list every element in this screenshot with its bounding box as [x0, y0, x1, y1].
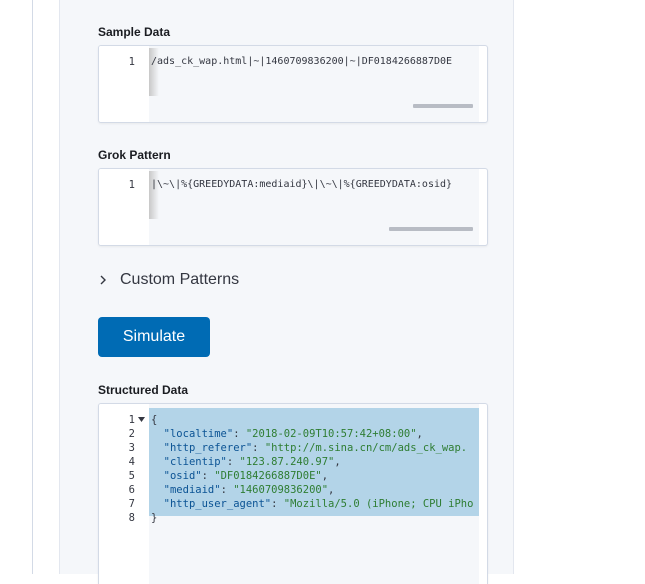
fold-toggle-icon[interactable]	[138, 417, 145, 423]
sample-data-code-area[interactable]: /ads_ck_wap.html|~|1460709836200|~|DF018…	[149, 46, 479, 122]
json-key: "clientip"	[163, 456, 227, 468]
line-number: 1	[128, 56, 135, 68]
line-number: 4	[128, 456, 135, 468]
json-line: "osid": "DF0184266887D0E",	[163, 470, 329, 482]
json-line: {	[151, 414, 157, 426]
structured-data-code-area[interactable]: { "localtime": "2018-02-09T10:57:42+08:0…	[149, 404, 479, 584]
structured-data-label: Structured Data	[98, 383, 189, 397]
simulate-button[interactable]: Simulate	[98, 317, 210, 357]
json-value: "DF0184266887D0E"	[214, 470, 322, 482]
json-value: "1460709836200"	[233, 484, 329, 496]
json-key: "localtime"	[163, 428, 234, 440]
sample-data-text: /ads_ck_wap.html|~|1460709836200|~|DF018…	[151, 56, 453, 67]
grok-pattern-label: Grok Pattern	[98, 148, 171, 162]
sample-data-label: Sample Data	[98, 25, 171, 39]
line-number: 3	[128, 442, 135, 454]
json-brace: {	[151, 414, 158, 426]
json-brace: }	[151, 512, 158, 524]
json-value: "http://m.sina.cn/cm/ads_ck_wap.	[264, 442, 468, 454]
json-key: "osid"	[163, 470, 202, 482]
line-number: 1	[128, 179, 135, 191]
line-number: 7	[128, 498, 135, 510]
json-line: "http_referer": "http://m.sina.cn/cm/ads…	[163, 442, 468, 454]
custom-patterns-label: Custom Patterns	[120, 271, 240, 288]
line-number: 2	[128, 428, 135, 440]
json-line: "clientip": "123.87.240.97",	[163, 456, 341, 468]
json-value: "Mozilla/5.0 (iPhone; CPU iPho	[283, 498, 474, 510]
json-value: "123.87.240.97"	[239, 456, 335, 468]
json-line: "localtime": "2018-02-09T10:57:42+08:00"…	[163, 428, 423, 440]
line-number: 1	[128, 414, 135, 426]
json-key: "http_referer"	[163, 442, 253, 454]
custom-patterns-toggle[interactable]: Custom Patterns	[98, 268, 239, 292]
structured-data-gutter: 1 2 3 4 5 6 7 8	[99, 404, 149, 584]
grok-pattern-gutter: 1	[99, 169, 149, 245]
line-number: 8	[128, 512, 135, 524]
line-number: 5	[128, 470, 135, 482]
json-key: "http_user_agent"	[163, 498, 272, 510]
sample-data-gutter: 1	[99, 46, 149, 122]
grok-pattern-text: |\~\|%{GREEDYDATA:mediaid}\|\~\|%{GREEDY…	[151, 179, 453, 190]
line-number: 6	[128, 484, 135, 496]
json-key: "mediaid"	[163, 484, 221, 496]
horizontal-scrollbar[interactable]	[413, 104, 473, 108]
sample-data-editor[interactable]: 1 /ads_ck_wap.html|~|1460709836200|~|DF0…	[98, 45, 488, 123]
json-line: "mediaid": "1460709836200",	[163, 484, 335, 496]
horizontal-scrollbar[interactable]	[389, 227, 473, 231]
json-line: }	[151, 512, 157, 524]
left-rail	[0, 0, 33, 574]
structured-data-editor[interactable]: 1 2 3 4 5 6 7 8 { "localtime": "2018-02-…	[98, 403, 488, 584]
grok-pattern-editor[interactable]: 1 |\~\|%{GREEDYDATA:mediaid}\|\~\|%{GREE…	[98, 168, 488, 246]
grok-pattern-code-area[interactable]: |\~\|%{GREEDYDATA:mediaid}\|\~\|%{GREEDY…	[149, 169, 479, 245]
chevron-right-icon	[100, 275, 106, 285]
json-line: "http_user_agent": "Mozilla/5.0 (iPhone;…	[163, 498, 474, 510]
json-value: "2018-02-09T10:57:42+08:00"	[245, 428, 417, 440]
